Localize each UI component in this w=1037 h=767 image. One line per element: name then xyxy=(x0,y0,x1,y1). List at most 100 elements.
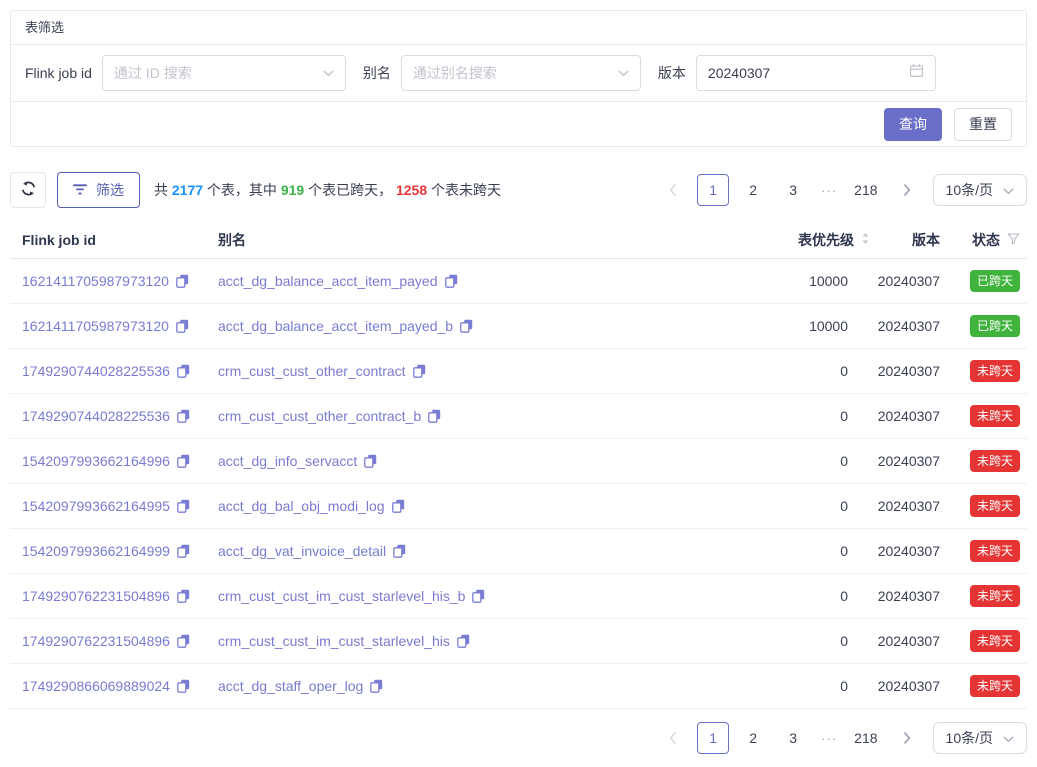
copy-icon[interactable] xyxy=(177,454,190,468)
version-label: 版本 xyxy=(658,63,686,83)
job-id-link[interactable]: 1749290744028225536 xyxy=(22,408,170,424)
alias-link[interactable]: acct_dg_balance_acct_item_payed xyxy=(218,273,438,289)
job-id-link[interactable]: 1749290866069889024 xyxy=(22,678,170,694)
alias-cell: acct_dg_staff_oper_log xyxy=(218,678,680,694)
prev-page-button[interactable] xyxy=(657,722,689,754)
copy-icon[interactable] xyxy=(364,454,377,468)
page-size-select[interactable]: 10条/页 xyxy=(933,722,1027,754)
version-cell: 20240307 xyxy=(870,633,940,649)
job-id-cell: 1749290762231504896 xyxy=(22,588,218,604)
page-button-2[interactable]: 2 xyxy=(737,722,769,754)
status-badge: 已跨天 xyxy=(970,315,1020,337)
reset-button[interactable]: 重置 xyxy=(954,108,1012,141)
job-id-link[interactable]: 1621411705987973120 xyxy=(22,273,169,289)
col-header-priority[interactable]: 表优先级 xyxy=(680,230,870,250)
table-row: 1542097993662164995 acct_dg_bal_obj_modi_… xyxy=(10,484,1027,529)
flink-job-id-select[interactable]: 通过 ID 搜索 xyxy=(102,55,346,91)
priority-cell: 0 xyxy=(680,543,870,559)
job-id-link[interactable]: 1621411705987973120 xyxy=(22,318,169,334)
copy-icon[interactable] xyxy=(392,499,405,513)
alias-link[interactable]: crm_cust_cust_other_contract_b xyxy=(218,408,421,424)
alias-link[interactable]: acct_dg_balance_acct_item_payed_b xyxy=(218,318,453,334)
copy-icon[interactable] xyxy=(370,679,383,693)
page-ellipsis[interactable]: ··· xyxy=(817,183,841,198)
status-cell: 已跨天 xyxy=(940,315,1020,337)
alias-link[interactable]: acct_dg_vat_invoice_detail xyxy=(218,543,386,559)
copy-icon[interactable] xyxy=(393,544,406,558)
prev-page-button[interactable] xyxy=(657,174,689,206)
page-button-218[interactable]: 218 xyxy=(849,722,882,754)
copy-icon[interactable] xyxy=(472,589,485,603)
field-alias: 别名 通过别名搜索 xyxy=(363,55,641,91)
next-page-button[interactable] xyxy=(891,174,923,206)
priority-cell: 10000 xyxy=(680,273,870,289)
summary-count: 2177 xyxy=(172,182,203,198)
alias-link[interactable]: crm_cust_cust_other_contract xyxy=(218,363,406,379)
copy-icon[interactable] xyxy=(457,634,470,648)
col-header-alias: 别名 xyxy=(218,230,680,250)
copy-icon[interactable] xyxy=(177,589,190,603)
alias-cell: acct_dg_balance_acct_item_payed xyxy=(218,273,680,289)
copy-icon[interactable] xyxy=(177,544,190,558)
copy-icon[interactable] xyxy=(460,319,473,333)
calendar-icon xyxy=(909,63,924,83)
page-ellipsis[interactable]: ··· xyxy=(817,731,841,746)
page-button-2[interactable]: 2 xyxy=(737,174,769,206)
copy-icon[interactable] xyxy=(428,409,441,423)
query-button[interactable]: 查询 xyxy=(884,108,942,141)
job-id-link[interactable]: 1749290744028225536 xyxy=(22,363,170,379)
alias-link[interactable]: crm_cust_cust_im_cust_starlevel_his_b xyxy=(218,588,465,604)
status-cell: 未跨天 xyxy=(940,675,1020,697)
job-id-link[interactable]: 1542097993662164995 xyxy=(22,498,170,514)
filter-panel-button[interactable]: 筛选 xyxy=(57,172,140,208)
copy-icon[interactable] xyxy=(177,499,190,513)
page-button-218[interactable]: 218 xyxy=(849,174,882,206)
page-button-3[interactable]: 3 xyxy=(777,174,809,206)
status-badge: 未跨天 xyxy=(970,495,1020,517)
alias-cell: acct_dg_info_servacct xyxy=(218,453,680,469)
alias-placeholder: 通过别名搜索 xyxy=(413,63,497,83)
summary-label: 个表，其中 xyxy=(203,182,281,198)
alias-link[interactable]: crm_cust_cust_im_cust_starlevel_his xyxy=(218,633,450,649)
copy-icon[interactable] xyxy=(413,364,426,378)
next-page-button[interactable] xyxy=(891,722,923,754)
filter-fields-row: Flink job id 通过 ID 搜索 别名 通过别名搜索 版本 20240… xyxy=(11,45,1026,102)
page-button-3[interactable]: 3 xyxy=(777,722,809,754)
alias-link[interactable]: acct_dg_staff_oper_log xyxy=(218,678,363,694)
copy-icon[interactable] xyxy=(177,409,190,423)
version-cell: 20240307 xyxy=(870,273,940,289)
job-id-link[interactable]: 1542097993662164996 xyxy=(22,453,170,469)
filter-card-title: 表筛选 xyxy=(11,11,1026,45)
job-id-link[interactable]: 1749290762231504896 xyxy=(22,588,170,604)
refresh-button[interactable] xyxy=(10,172,46,208)
copy-icon[interactable] xyxy=(176,319,189,333)
page-button-1[interactable]: 1 xyxy=(697,174,729,206)
table-row: 1621411705987973120 acct_dg_balance_acct_… xyxy=(10,259,1027,304)
table-row: 1749290744028225536 crm_cust_cust_other_c… xyxy=(10,394,1027,439)
sort-icon[interactable] xyxy=(861,232,870,248)
copy-icon[interactable] xyxy=(176,274,189,288)
copy-icon[interactable] xyxy=(445,274,458,288)
job-id-cell: 1749290866069889024 xyxy=(22,678,218,694)
alias-link[interactable]: acct_dg_bal_obj_modi_log xyxy=(218,498,385,514)
version-cell: 20240307 xyxy=(870,678,940,694)
table-row: 1542097993662164996 acct_dg_info_servacct… xyxy=(10,439,1027,484)
page-size-select[interactable]: 10条/页 xyxy=(933,174,1027,206)
summary-count: 919 xyxy=(281,182,304,198)
alias-link[interactable]: acct_dg_info_servacct xyxy=(218,453,357,469)
copy-icon[interactable] xyxy=(177,634,190,648)
job-id-link[interactable]: 1542097993662164999 xyxy=(22,543,170,559)
page-button-1[interactable]: 1 xyxy=(697,722,729,754)
priority-cell: 0 xyxy=(680,678,870,694)
version-date-input[interactable]: 20240307 xyxy=(696,55,936,91)
toolbar: 筛选 共 2177 个表，其中 919 个表已跨天， 1258 个表未跨天 12… xyxy=(10,172,1027,208)
pagination-bottom: 123 ··· 218 xyxy=(657,722,922,754)
job-id-cell: 1749290744028225536 xyxy=(22,408,218,424)
job-id-link[interactable]: 1749290762231504896 xyxy=(22,633,170,649)
chevron-down-icon xyxy=(1003,182,1014,198)
copy-icon[interactable] xyxy=(177,364,190,378)
copy-icon[interactable] xyxy=(177,679,190,693)
alias-select[interactable]: 通过别名搜索 xyxy=(401,55,641,91)
funnel-filter-icon[interactable] xyxy=(1007,232,1020,248)
summary-label: 共 xyxy=(154,182,172,198)
